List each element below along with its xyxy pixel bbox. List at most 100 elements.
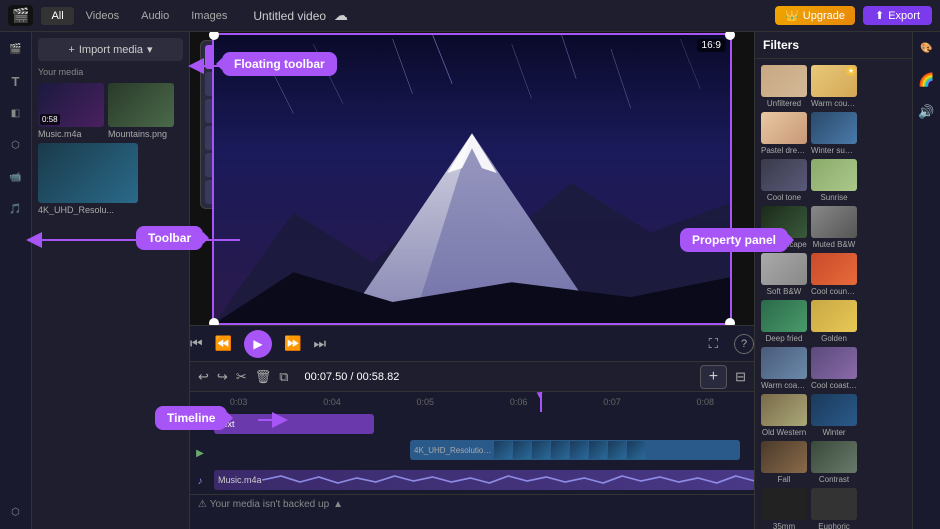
handle-bottom-right[interactable] xyxy=(725,318,735,326)
filter-pastel-dreams[interactable]: Pastel dreams xyxy=(761,112,807,155)
redo-button[interactable]: ↪ xyxy=(217,369,228,385)
main-area: 🎬 T ◧ ⬡ 📹 🎵 ⬡ + Import media ▾ Your medi… xyxy=(0,32,940,529)
rewind-button[interactable]: ⏪ xyxy=(215,335,232,352)
sidebar-item-transitions[interactable]: ◧ xyxy=(3,100,29,126)
text-clip[interactable]: Text xyxy=(214,414,374,434)
add-track-button[interactable]: + xyxy=(700,365,727,389)
sidebar-item-stock-music[interactable]: 🎵 xyxy=(3,196,29,222)
filter-fall[interactable]: Fall xyxy=(761,441,807,484)
filter-deep-fried[interactable]: Deep fried xyxy=(761,300,807,343)
film-frame xyxy=(570,441,588,459)
filter-old-western[interactable]: Old Western xyxy=(761,394,807,437)
ruler-marks: 0:03 0:04 0:05 0:06 0:07 0:08 xyxy=(190,397,754,407)
filter-35mm[interactable]: 35mm xyxy=(761,488,807,529)
film-frame xyxy=(551,441,569,459)
filter-label: Golden xyxy=(811,334,857,343)
media-thumb-music[interactable]: 0:58 xyxy=(38,83,104,127)
filter-label: Cool coastline xyxy=(811,381,857,390)
filter-cool-countryside[interactable]: Cool countryside xyxy=(811,253,857,296)
filter-unfiltered[interactable]: Unfiltered xyxy=(761,65,807,108)
left-sidebar: 🎬 T ◧ ⬡ 📹 🎵 ⬡ xyxy=(0,32,32,529)
filter-dreamscape[interactable]: Dreamscape xyxy=(761,206,807,249)
crown-icon: 👑 xyxy=(785,9,799,22)
play-button[interactable]: ▶ xyxy=(244,330,272,358)
sidebar-item-stock-video[interactable]: 📹 xyxy=(3,164,29,190)
media-tabs: All Videos Audio Images xyxy=(41,7,237,25)
fullscreen-button[interactable]: ⛶ xyxy=(709,336,718,352)
filter-thumb xyxy=(811,159,857,191)
timeline-area: ↩ ↪ ✂ 🗑 ⧉ 00:07.50 / 00:58.82 + ⊟ 0:03 0… xyxy=(190,361,754,529)
handle-top-left[interactable] xyxy=(209,32,219,40)
filter-soft-bw[interactable]: Soft B&W xyxy=(761,253,807,296)
media-duration: 0:58 xyxy=(40,114,60,125)
skip-forward-button[interactable]: ⏭ xyxy=(313,335,326,352)
filter-cool-coastline[interactable]: Cool coastline xyxy=(811,347,857,390)
import-media-button[interactable]: + Import media ▾ xyxy=(38,38,183,61)
upgrade-label: Upgrade xyxy=(803,10,845,22)
filter-thumb xyxy=(811,347,857,379)
video-clip-name: 4K_UHD_Resolution_SnowCap_Stars_3x2.png xyxy=(414,446,494,455)
tab-all[interactable]: All xyxy=(41,7,73,25)
skip-back-button[interactable]: ⏮ xyxy=(190,335,203,352)
handle-top-right[interactable] xyxy=(725,32,735,40)
undo-button[interactable]: ↩ xyxy=(198,369,209,385)
sidebar-item-graphics[interactable]: ⬡ xyxy=(3,132,29,158)
right-icon-filters[interactable]: 🎨 xyxy=(915,36,939,60)
timecode: 00:07.50 / 00:58.82 xyxy=(305,371,400,383)
sidebar-item-text[interactable]: T xyxy=(3,68,29,94)
media-name: Music.m4a xyxy=(38,129,104,139)
filter-muted-bw[interactable]: Muted B&W xyxy=(811,206,857,249)
filter-contrast[interactable]: Contrast xyxy=(811,441,857,484)
filter-label: Dreamscape xyxy=(761,240,807,249)
media-thumb-4k[interactable] xyxy=(38,143,138,203)
list-item[interactable]: Mountains.png xyxy=(108,83,174,139)
filter-warm-coastline[interactable]: Warm coastline xyxy=(761,347,807,390)
filter-warm-countryside[interactable]: ★ Warm countryside xyxy=(811,65,857,108)
upgrade-button[interactable]: 👑 Upgrade xyxy=(775,6,855,25)
duplicate-button[interactable]: ⧉ xyxy=(279,369,288,385)
cut-button[interactable]: ✂ xyxy=(236,369,247,385)
video-canvas[interactable]: 16:9 xyxy=(212,33,732,325)
filter-golden[interactable]: Golden xyxy=(811,300,857,343)
export-icon: ⬆ xyxy=(875,9,884,22)
text-track-content: Text xyxy=(210,414,754,436)
media-thumb-mountains[interactable] xyxy=(108,83,174,127)
tab-images[interactable]: Images xyxy=(181,7,237,25)
filter-winter[interactable]: Winter xyxy=(811,394,857,437)
handle-bottom-left[interactable] xyxy=(209,318,219,326)
audio-track-content: Music.m4a xyxy=(210,470,754,492)
sidebar-item-brand-kit[interactable]: ⬡ xyxy=(3,499,29,525)
filter-thumb xyxy=(811,488,857,520)
filter-cool-tone[interactable]: Cool tone xyxy=(761,159,807,202)
sidebar-item-media[interactable]: 🎬 xyxy=(3,36,29,62)
center-area: ⊹ ✂ ↻ ↕ ✦ A xyxy=(190,32,754,529)
video-clip[interactable]: 4K_UHD_Resolution_SnowCap_Stars_3x2.png xyxy=(410,440,740,460)
export-button[interactable]: ⬆ Export xyxy=(863,6,932,25)
list-item[interactable]: 4K_UHD_Resolu... xyxy=(38,143,138,215)
help-button[interactable]: ? xyxy=(734,334,754,354)
backup-notice: ⚠ Your media isn't backed up ▲ xyxy=(190,494,754,514)
audio-clip[interactable]: Music.m4a xyxy=(214,470,754,490)
ruler-mark: 0:06 xyxy=(472,397,565,407)
zoom-button[interactable]: ⊟ xyxy=(735,369,746,385)
export-label: Export xyxy=(888,10,920,22)
fast-forward-button[interactable]: ⏩ xyxy=(284,335,301,352)
delete-button[interactable]: 🗑 xyxy=(255,369,272,385)
right-icon-color[interactable]: 🌈 xyxy=(915,68,939,92)
filter-thumb xyxy=(761,253,807,285)
app-container: 🎬 All Videos Audio Images Untitled video… xyxy=(0,0,940,529)
filter-euphoric[interactable]: Euphoric xyxy=(811,488,857,529)
filter-sunrise[interactable]: Sunrise xyxy=(811,159,857,202)
tab-audio[interactable]: Audio xyxy=(131,7,179,25)
warning-icon: ⚠ xyxy=(198,499,207,510)
media-panel: + Import media ▾ Your media 0:58 Music.m… xyxy=(32,32,190,529)
list-item[interactable]: 0:58 Music.m4a xyxy=(38,83,104,139)
tracks-container: T Text ▶ 4K_UHD_Resolution_SnowCap_Stars… xyxy=(190,412,754,494)
top-bar: 🎬 All Videos Audio Images Untitled video… xyxy=(0,0,940,32)
filter-label: Unfiltered xyxy=(761,99,807,108)
right-icon-audio[interactable]: 🔊 xyxy=(915,100,939,124)
playhead[interactable] xyxy=(540,392,542,412)
tab-videos[interactable]: Videos xyxy=(76,7,129,25)
filter-winter-sunset[interactable]: Winter sunset xyxy=(811,112,857,155)
ruler-mark: 0:08 xyxy=(659,397,752,407)
